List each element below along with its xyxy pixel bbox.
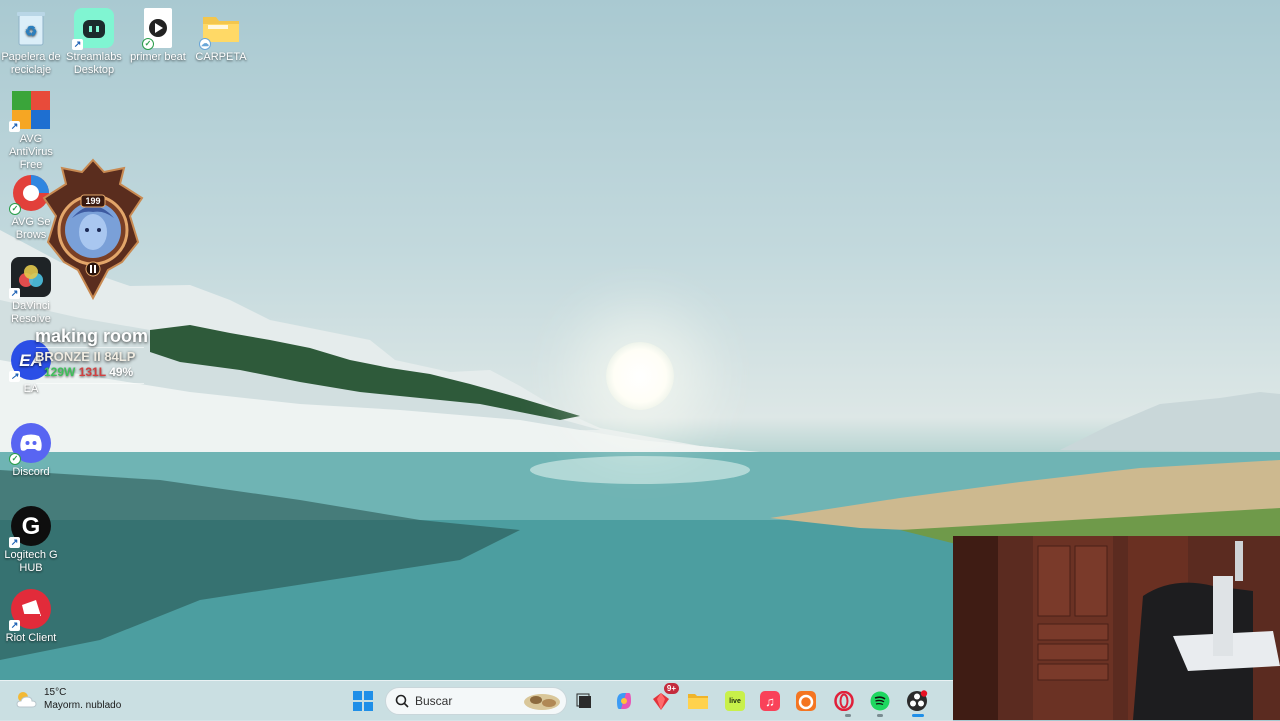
spotify-icon (870, 691, 890, 711)
weather-temp: 15°C (44, 687, 67, 698)
sync-check-icon: ✓ (9, 203, 21, 215)
livestream-button[interactable]: live (722, 688, 748, 714)
overlay-divider (36, 347, 144, 348)
desktop-icon-label: CARPETA (195, 51, 247, 63)
shortcut-arrow-icon: ↗ (9, 121, 20, 132)
desktop-icon-label: Logitech G HUB (4, 549, 58, 574)
desktop-icon-label: primer beat (130, 51, 186, 63)
logitech-g-hub-icon: G ↗ (9, 506, 51, 548)
shortcut-arrow-icon: ↗ (9, 288, 20, 299)
overlay-divider (36, 383, 144, 384)
search-input[interactable]: Buscar (415, 694, 452, 708)
file-explorer-button[interactable] (685, 688, 711, 714)
sun (606, 342, 674, 410)
sync-check-icon: ✓ (9, 453, 21, 465)
copilot-icon (617, 693, 631, 709)
opera-button[interactable] (831, 688, 857, 714)
crunchyroll-icon (796, 691, 816, 711)
partly-cloudy-icon (16, 692, 37, 708)
shortcut-arrow-icon: ↗ (72, 39, 83, 50)
gem-icon (653, 693, 669, 710)
search-icon (395, 694, 409, 708)
taskbar-search[interactable]: Buscar (385, 687, 567, 715)
sync-check-icon: ✓ (142, 38, 154, 50)
spotify-button[interactable] (867, 688, 893, 714)
shortcut-arrow-icon: ↗ (9, 620, 20, 631)
desktop-icon-discord[interactable]: ✓ Discord (0, 423, 64, 479)
desktop-icon-recycle-bin[interactable]: ♻ Papelera de reciclaje (0, 8, 64, 77)
notification-badge: 9+ (663, 683, 679, 694)
svg-text:♻: ♻ (25, 23, 38, 39)
summoner-level: 199 (85, 196, 100, 206)
win-loss-stats: 129W 131L 49% (44, 365, 133, 379)
running-indicator (912, 714, 924, 717)
running-indicator (877, 714, 883, 717)
app-with-badge-button[interactable]: 9+ (648, 683, 679, 714)
desktop-icon-streamlabs[interactable]: ↗ Streamlabs Desktop (61, 8, 127, 77)
desktop-icon-label: Riot Client (5, 632, 57, 644)
desktop-icon-label: Streamlabs Desktop (66, 51, 122, 76)
winrate: 49% (109, 365, 134, 379)
desktop-icon-carpeta[interactable]: ☁ CARPETA (188, 8, 254, 64)
folder-icon: ☁ (199, 8, 241, 50)
windows-logo-icon (353, 691, 373, 711)
running-indicator (845, 714, 851, 717)
weather-widget[interactable]: 15°C Mayorm. nublado (14, 686, 121, 712)
webcam-scene (953, 536, 1280, 720)
rank-emblem: 199 (42, 158, 144, 301)
summoner-name: making room (35, 326, 149, 346)
weather-text: 15°C Mayorm. nublado (44, 686, 121, 712)
obs-button[interactable] (904, 688, 930, 714)
desktop-icon-logitech-g-hub[interactable]: G ↗ Logitech G HUB (0, 506, 64, 575)
folder-icon (688, 694, 708, 709)
cloud-status-icon: ☁ (199, 38, 211, 50)
copilot-button[interactable] (611, 688, 637, 714)
obs-icon (907, 690, 928, 711)
webcam-feed (953, 536, 1280, 720)
rank-text: BRONZE II 84LP (35, 349, 136, 364)
opera-icon (834, 691, 854, 711)
wins-count: 129W (44, 365, 76, 379)
desktop-icon-primer-beat[interactable]: ✓ primer beat (125, 8, 191, 64)
search-highlight-icon (524, 694, 560, 710)
start-button[interactable] (350, 688, 376, 714)
discord-icon: ✓ (9, 423, 51, 465)
desktop-icon-riot-client[interactable]: ↗ Riot Client (0, 589, 64, 645)
shortcut-arrow-icon: ↗ (9, 537, 20, 548)
crunchyroll-button[interactable] (793, 688, 819, 714)
video-file-icon: ✓ (142, 8, 172, 50)
desktop-icon-label: Discord (12, 466, 50, 478)
losses-count: 131L (78, 365, 106, 379)
task-view-button[interactable] (572, 688, 598, 714)
weather-condition: Mayorm. nublado (44, 700, 122, 711)
shortcut-arrow-icon: ↗ (9, 371, 20, 382)
streamlabs-icon: ↗ (72, 8, 114, 50)
live-icon: live (725, 691, 745, 711)
riot-client-icon: ↗ (9, 589, 51, 631)
avg-antivirus-icon: ↗ (9, 90, 51, 132)
desktop-icon-label: EA (23, 383, 39, 395)
apple-music-button[interactable]: ♫ (757, 688, 783, 714)
desktop-icon-label: Papelera de reciclaje (1, 51, 61, 76)
task-view-icon (576, 693, 591, 708)
recycle-bin-icon: ♻ (11, 8, 51, 48)
music-icon: ♫ (760, 691, 780, 711)
